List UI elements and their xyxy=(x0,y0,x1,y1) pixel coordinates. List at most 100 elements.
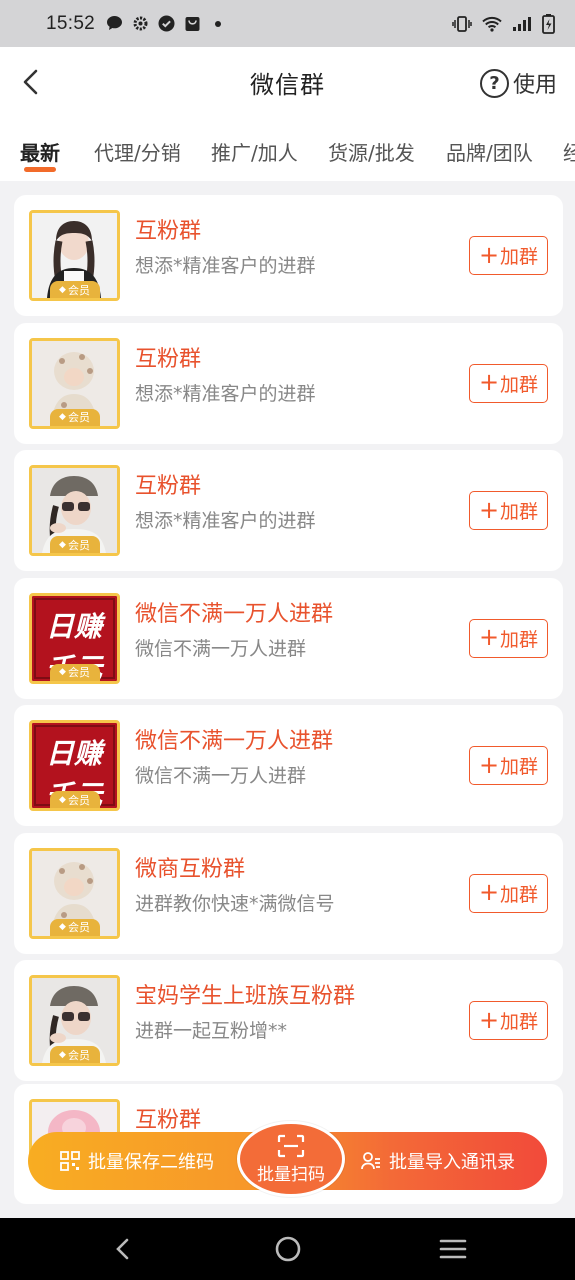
check-notification-icon xyxy=(157,15,175,33)
group-avatar: ◆ 会员 xyxy=(29,465,120,556)
batch-import-contacts-button[interactable]: 批量导入通讯录 xyxy=(361,1148,515,1174)
plus-icon: + xyxy=(478,623,500,651)
group-description: 想添*精准客户的进群 xyxy=(135,510,316,532)
vip-label: 会员 xyxy=(67,283,90,297)
group-avatar: ◆ 会员 xyxy=(29,210,120,301)
join-group-button[interactable]: + 加群 xyxy=(469,746,548,785)
category-tabs: 最新 代理/分销 推广/加人 货源/批发 品牌/团队 经 xyxy=(0,117,575,181)
tab-partial[interactable]: 经 xyxy=(563,137,575,166)
vip-badge: ◆ 会员 xyxy=(49,663,100,681)
group-card[interactable]: 日赚千元◆会员微信不满一万人进群微信不满一万人进群+加群 xyxy=(14,705,563,826)
join-group-button[interactable]: + 加群 xyxy=(469,1001,548,1040)
plus-icon: + xyxy=(478,750,500,779)
group-avatar: ◆ 会员 xyxy=(29,975,120,1066)
group-title: 互粉群 xyxy=(135,474,202,499)
join-group-label: 加群 xyxy=(500,373,539,396)
group-description: 微信不满一万人进群 xyxy=(135,765,307,787)
group-card[interactable]: ◆ 会员 微商互粉群 进群教你快速*满微信号 + 加群 xyxy=(14,832,563,954)
wifi-icon xyxy=(482,16,502,32)
system-icons xyxy=(452,13,555,34)
tab-wholesale[interactable]: 货源/批发 xyxy=(328,137,415,166)
nav-recents-icon[interactable] xyxy=(438,1234,468,1264)
group-title: 微信不满一万人进群 xyxy=(135,729,334,754)
battery-icon xyxy=(542,13,555,34)
status-time: 15:52 xyxy=(46,12,96,34)
join-group-label: 加群 xyxy=(500,628,539,651)
system-nav-bar xyxy=(0,1218,575,1280)
chat-notification-icon xyxy=(105,15,123,33)
group-card[interactable]: ◆ 会员 互粉群 想添*精准客户的进群 + 加群 xyxy=(14,322,563,444)
scan-icon xyxy=(277,1134,305,1157)
settings-notification-icon xyxy=(131,15,149,33)
group-description: 想添*精准客户的进群 xyxy=(135,255,316,277)
join-group-button[interactable]: + 加群 xyxy=(469,618,548,658)
group-title: 互粉群 xyxy=(135,1108,202,1133)
plus-icon: + xyxy=(478,495,500,524)
join-group-label: 加群 xyxy=(500,756,539,778)
tab-brand-team[interactable]: 品牌/团队 xyxy=(446,137,533,166)
plus-icon: + xyxy=(478,878,500,906)
group-title: 微商互粉群 xyxy=(135,856,246,882)
bag-notification-icon xyxy=(183,15,201,33)
group-card[interactable]: ◆ 会员 宝妈学生上班族互粉群 进群一起互粉增** + 加群 xyxy=(14,960,563,1081)
batch-save-qr-button[interactable]: 批量保存二维码 xyxy=(60,1148,214,1174)
plus-icon: + xyxy=(478,1005,500,1034)
group-description: 微信不满一万人进群 xyxy=(135,637,307,660)
batch-save-qr-label: 批量保存二维码 xyxy=(88,1152,214,1173)
vip-label: 会员 xyxy=(67,411,90,424)
join-group-label: 加群 xyxy=(500,501,539,523)
group-card[interactable]: ◆ 会员 互粉群想添*精准客户的进群 + 加群 xyxy=(14,450,563,571)
qr-code-icon xyxy=(60,1151,80,1171)
join-group-button[interactable]: + 加群 xyxy=(469,236,548,275)
group-avatar: ◆ 会员 xyxy=(29,847,120,939)
group-card[interactable]: 日赚千元◆会员微信不满一万人进群微信不满一万人进群+加群 xyxy=(14,577,563,699)
group-avatar: 日赚千元◆会员 xyxy=(29,720,120,811)
vip-badge: ◆ 会员 xyxy=(49,536,100,553)
tab-promotion[interactable]: 推广/加人 xyxy=(211,137,298,166)
diamond-icon: ◆ xyxy=(59,922,66,932)
vip-label: 会员 xyxy=(67,538,90,552)
group-description: 进群教你快速*满微信号 xyxy=(135,892,335,915)
join-group-button[interactable]: + 加群 xyxy=(469,491,548,530)
join-group-button[interactable]: + 加群 xyxy=(469,873,548,913)
group-title: 互粉群 xyxy=(135,219,202,244)
diamond-icon: ◆ xyxy=(59,667,66,677)
plus-icon: + xyxy=(478,240,500,269)
contacts-icon xyxy=(361,1152,380,1170)
vip-badge: ◆ 会员 xyxy=(49,281,100,298)
group-avatar: ◆ 会员 xyxy=(29,337,120,429)
join-group-label: 加群 xyxy=(500,246,539,268)
group-title: 宝妈学生上班族互粉群 xyxy=(135,984,356,1009)
batch-scan-label: 批量扫码 xyxy=(257,1164,325,1185)
nav-home-icon[interactable] xyxy=(273,1234,303,1264)
back-arrow-icon[interactable] xyxy=(18,65,48,99)
join-group-button[interactable]: + 加群 xyxy=(469,363,548,403)
batch-import-contacts-label: 批量导入通讯录 xyxy=(389,1152,515,1173)
join-group-label: 加群 xyxy=(500,883,539,906)
status-bar: 15:52 xyxy=(0,0,575,47)
poster-text-line1: 日赚 xyxy=(46,610,106,643)
top-header: 微信群 ? 使用 xyxy=(0,47,575,117)
active-tab-indicator xyxy=(24,167,56,172)
poster-text-line1: 日赚 xyxy=(46,737,106,770)
diamond-icon: ◆ xyxy=(59,794,66,805)
vip-badge: ◆ 会员 xyxy=(49,791,100,808)
vip-label: 会员 xyxy=(67,666,90,679)
signal-icon xyxy=(512,16,532,32)
vip-badge: ◆ 会员 xyxy=(49,408,100,426)
group-description: 进群一起互粉增** xyxy=(135,1020,288,1042)
diamond-icon: ◆ xyxy=(59,284,66,295)
help-label: 使用 xyxy=(512,73,557,98)
batch-scan-button[interactable]: 批量扫码 xyxy=(237,1121,345,1197)
help-button[interactable]: ? 使用 xyxy=(479,67,557,99)
tab-agent-distribution[interactable]: 代理/分销 xyxy=(94,137,181,166)
nav-back-icon[interactable] xyxy=(108,1234,138,1264)
diamond-icon: ◆ xyxy=(59,1049,66,1060)
notification-icons xyxy=(105,15,227,33)
vip-label: 会员 xyxy=(67,1048,90,1062)
group-description: 想添*精准客户的进群 xyxy=(135,382,316,405)
vip-label: 会员 xyxy=(67,921,90,934)
tab-latest[interactable]: 最新 xyxy=(20,137,60,166)
group-card[interactable]: ◆ 会员 互粉群想添*精准客户的进群 + 加群 xyxy=(14,195,563,316)
question-mark-icon: ? xyxy=(479,68,509,98)
